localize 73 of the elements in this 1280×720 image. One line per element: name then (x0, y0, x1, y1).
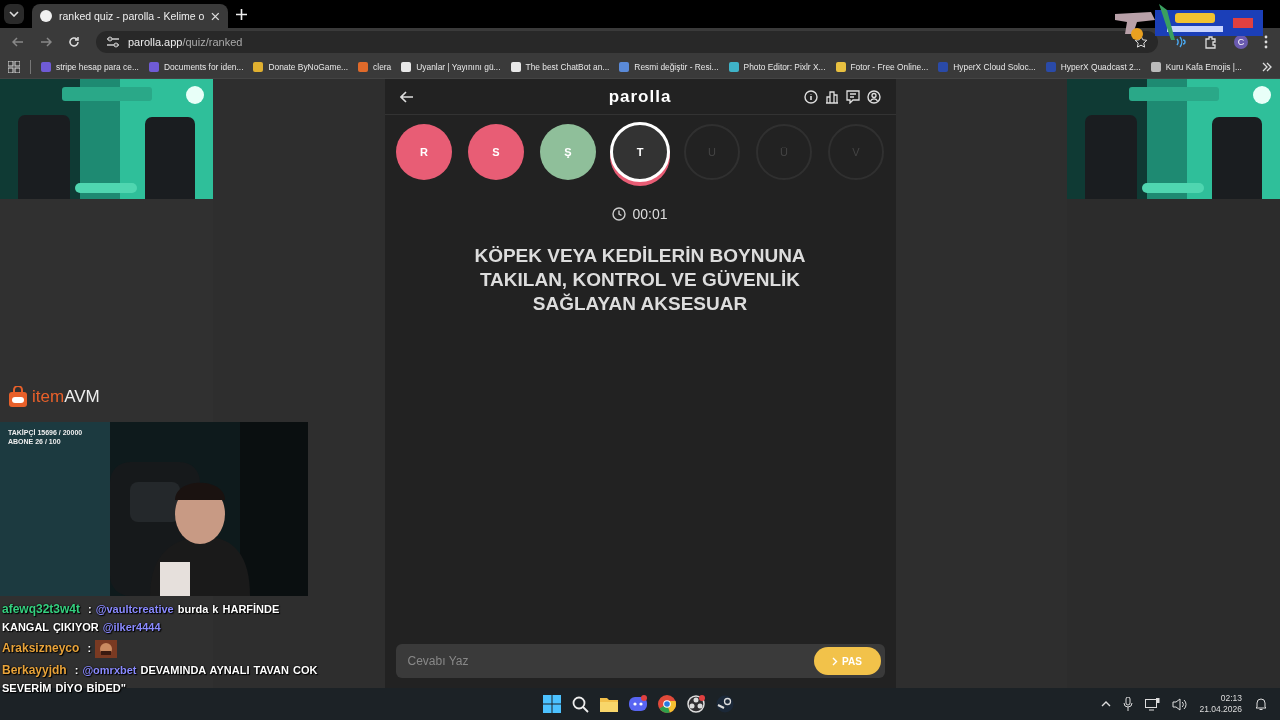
game-store-icon[interactable] (716, 695, 734, 713)
notification-bell-icon[interactable] (1254, 697, 1268, 711)
chat-separator: : (74, 663, 79, 679)
bookmark[interactable]: Donate ByNoGame... (253, 62, 349, 72)
chat-username: afewq32t3w4t (2, 601, 81, 618)
forward-icon[interactable] (40, 36, 52, 48)
browser-tab[interactable]: ranked quiz - parolla - Kelime o (32, 4, 228, 28)
bookmark[interactable]: stripe hesap para ce... (41, 62, 139, 72)
volume-icon[interactable] (1172, 697, 1188, 711)
chat-text: @omrxbet (82, 663, 137, 679)
chat-text: DEVAMINDA AYNALI TAVAN COK (140, 663, 318, 679)
chat-text: @vaultcreative (95, 602, 174, 617)
timer: 00:01 (632, 206, 668, 222)
bookmark[interactable]: Uyanlar | Yayınını gü... (401, 62, 501, 72)
chat-text: @ilker4444 (102, 620, 161, 635)
clock-date[interactable]: 21.04.2026 (1199, 704, 1242, 715)
chevron-up-icon[interactable] (1101, 701, 1112, 707)
chat-username: Araksizneyco (2, 640, 80, 657)
chat-username: Berkayyjdh (2, 662, 67, 680)
app-title: parolla (608, 86, 672, 107)
new-tab-icon[interactable] (236, 9, 247, 20)
wireless-icon[interactable] (1174, 35, 1188, 49)
bookmark[interactable]: Resmi değiştir - Resi... (619, 62, 719, 72)
emote-icon (95, 640, 118, 659)
site-favicon (40, 10, 52, 22)
chat-separator: : (87, 641, 92, 656)
microphone-icon[interactable] (1123, 697, 1134, 711)
letter-circle: S (468, 124, 524, 180)
bookmark[interactable]: clera (358, 62, 392, 72)
bookmark[interactable]: Photo Editor: Pixlr X... (728, 62, 826, 72)
chat-text: KANGAL ÇIKIYOR (2, 620, 99, 635)
browser-app-icon[interactable] (658, 695, 676, 713)
chevron-double-right-icon[interactable] (1262, 62, 1272, 72)
clock-time[interactable]: 02:13 (1220, 693, 1242, 704)
bookmark[interactable]: HyperX Quadcast 2... (1045, 62, 1141, 72)
folder-icon[interactable] (600, 696, 618, 712)
question-text: KÖPEK VEYA KEDİLERİN BOYNUNA TAKILAN, KONTROL VE GÜVENLİK SAĞLAYAN AKSESUAR (473, 244, 807, 316)
reload-icon[interactable] (68, 36, 80, 48)
apps-grid-icon[interactable] (8, 61, 20, 73)
recording-app-icon[interactable] (687, 695, 705, 713)
search-icon[interactable] (572, 695, 589, 713)
chat-text: burda k HARFİNDE (177, 602, 280, 617)
back-icon[interactable] (12, 36, 24, 48)
shopping-bag-icon (8, 386, 28, 408)
back-arrow-icon[interactable] (399, 90, 414, 103)
clock-icon (612, 207, 627, 221)
chevron-right-icon (832, 656, 839, 666)
chevron-down-icon (9, 11, 19, 17)
chat-separator: : (88, 602, 92, 617)
bookmark[interactable]: The best ChatBot an... (510, 62, 610, 72)
address-bar[interactable]: parolla.app/quiz/ranked (96, 31, 1158, 53)
extensions-icon[interactable] (1204, 35, 1218, 49)
bookmark-star-icon[interactable] (1134, 35, 1148, 49)
network-icon[interactable] (1145, 697, 1161, 711)
menu-icon[interactable] (1264, 35, 1268, 49)
chat-app-icon[interactable] (629, 695, 647, 713)
close-icon[interactable] (211, 11, 220, 21)
bar-chart-icon[interactable] (824, 89, 839, 104)
bookmark[interactable]: Documents for iden... (148, 62, 244, 72)
letter-circle: R (396, 124, 452, 180)
letter-circle: T (610, 122, 670, 182)
chat-text: SEVERİM DİYO BİDED" (2, 681, 126, 697)
letter-circle: Ş (540, 124, 596, 180)
user-icon[interactable] (866, 89, 881, 104)
site-settings-icon[interactable] (106, 36, 120, 48)
bookmark[interactable]: Fotor - Free Online... (835, 62, 929, 72)
info-icon[interactable] (803, 89, 818, 104)
tab-list-button[interactable] (4, 4, 24, 24)
message-icon[interactable] (845, 89, 860, 104)
bookmark[interactable]: HyperX Cloud Soloc... (938, 62, 1036, 72)
itemavm-logo: itemAVM (8, 386, 100, 408)
windows-start-icon[interactable] (543, 695, 561, 713)
bookmark[interactable]: Kuru Kafa Emojis |... (1150, 62, 1242, 72)
